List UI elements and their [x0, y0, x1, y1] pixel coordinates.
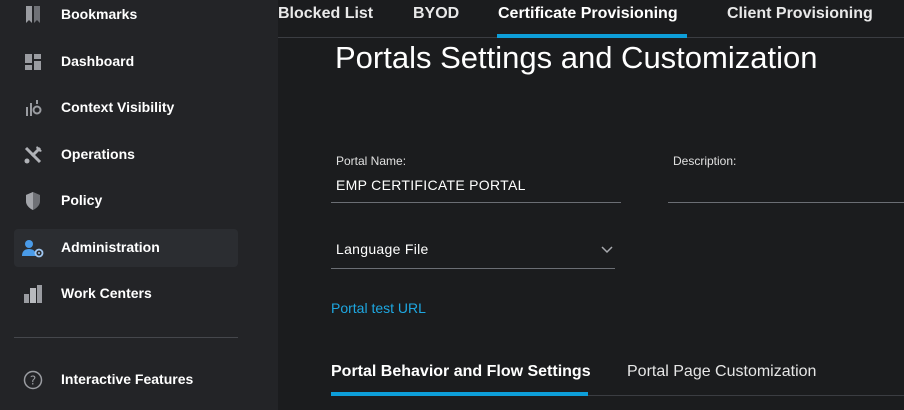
tab-client-provisioning[interactable]: Client Provisioning — [727, 5, 873, 23]
sidebar-item-label: Policy — [61, 192, 103, 208]
sidebar: Bookmarks Dashboard Context Visibility O… — [0, 0, 278, 410]
sidebar-item-operations[interactable]: Operations — [14, 136, 238, 174]
sidebar-item-label: Interactive Features — [61, 371, 194, 387]
top-tabs: Blocked List BYOD Certificate Provisioni… — [278, 0, 904, 38]
sidebar-item-work-centers[interactable]: Work Centers — [14, 275, 238, 313]
tab-blocked-list[interactable]: Blocked List — [278, 5, 373, 23]
sidebar-item-label: Bookmarks — [61, 6, 138, 22]
portal-name-underline — [331, 202, 621, 203]
sidebar-item-administration[interactable]: Administration — [14, 229, 238, 267]
main-content: Blocked List BYOD Certificate Provisioni… — [278, 0, 904, 410]
sidebar-item-label: Context Visibility — [61, 99, 175, 115]
sidebar-item-label: Operations — [61, 146, 135, 162]
tab-portal-page-customization[interactable]: Portal Page Customization — [627, 363, 816, 381]
active-subtab-indicator — [331, 392, 588, 396]
tools-icon — [22, 144, 44, 166]
sidebar-item-label: Work Centers — [61, 285, 152, 301]
dashboard-icon — [22, 51, 44, 73]
bookmark-icon — [22, 4, 44, 26]
portal-name-field[interactable]: EMP CERTIFICATE PORTAL — [336, 177, 526, 193]
sidebar-item-interactive-features[interactable]: ? Interactive Features — [14, 361, 238, 399]
tab-portal-behavior[interactable]: Portal Behavior and Flow Settings — [331, 363, 591, 381]
page-title: Portals Settings and Customization — [335, 40, 818, 75]
sidebar-divider — [14, 337, 238, 338]
sidebar-item-label: Administration — [61, 239, 160, 255]
sidebar-item-dashboard[interactable]: Dashboard — [14, 43, 238, 81]
svg-text:?: ? — [30, 374, 36, 388]
sidebar-item-bookmarks[interactable]: Bookmarks — [14, 0, 238, 34]
shield-icon — [22, 190, 44, 212]
admin-user-gear-icon — [22, 237, 44, 259]
language-file-select[interactable]: Language File — [336, 241, 429, 257]
description-label: Description: — [673, 154, 737, 168]
portal-name-label: Portal Name: — [336, 154, 407, 168]
tab-certificate-provisioning[interactable]: Certificate Provisioning — [498, 5, 678, 23]
question-circle-icon: ? — [22, 369, 44, 391]
chevron-down-icon[interactable] — [600, 242, 614, 256]
context-visibility-icon — [22, 97, 44, 119]
sidebar-item-context-visibility[interactable]: Context Visibility — [14, 89, 238, 127]
buildings-icon — [22, 283, 44, 305]
description-underline — [668, 202, 904, 203]
tab-byod[interactable]: BYOD — [413, 5, 459, 23]
sidebar-item-label: Dashboard — [61, 53, 135, 69]
portal-test-url-link[interactable]: Portal test URL — [331, 300, 426, 316]
sidebar-item-policy[interactable]: Policy — [14, 182, 238, 220]
active-tab-indicator — [497, 34, 687, 38]
language-file-underline — [331, 268, 615, 269]
